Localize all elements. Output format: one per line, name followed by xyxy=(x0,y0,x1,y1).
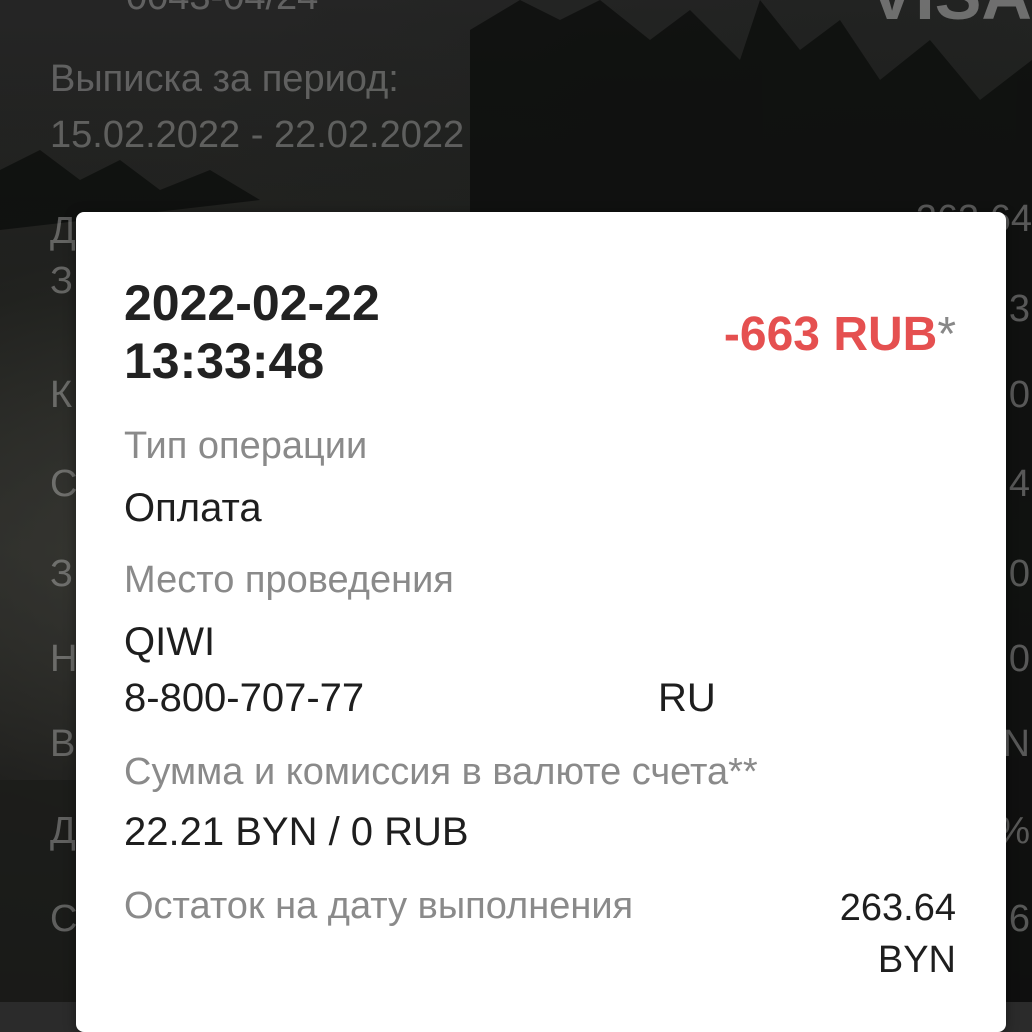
bg-row-value: 4 xyxy=(1008,463,1030,505)
bg-row-label: Д xyxy=(50,210,76,252)
amount-footnote-mark: * xyxy=(937,308,956,361)
bg-period-label: Выписка за период: xyxy=(50,58,399,100)
transaction-datetime: 2022-02-22 13:33:48 xyxy=(124,274,380,390)
bg-row-label: К xyxy=(50,374,73,416)
bg-row-value: N xyxy=(1002,723,1030,765)
bg-row-value: 3 xyxy=(1008,288,1030,330)
transaction-date: 2022-02-22 xyxy=(124,275,380,331)
bg-row-value: 6 xyxy=(1008,898,1030,940)
bg-row-label: Н xyxy=(50,638,78,680)
bg-row-label: В xyxy=(50,723,76,765)
bg-card-brand: VISA xyxy=(869,0,1032,30)
balance-currency: BYN xyxy=(877,939,956,981)
balance-label: Остаток на дату выполнения xyxy=(124,885,634,927)
bg-row-label: С xyxy=(50,463,78,505)
sum-commission-value: 22.21 BYN / 0 RUB xyxy=(124,810,469,854)
bg-row-label: З xyxy=(50,260,73,302)
operation-type-label: Тип операции xyxy=(124,425,368,467)
place-name: QIWI xyxy=(124,620,216,664)
amount-value: -663 RUB xyxy=(723,308,938,361)
bg-row-value: 0 xyxy=(1008,638,1030,680)
balance-value: 263.64 BYN xyxy=(840,882,956,986)
bg-account-number: 0043-04/24 xyxy=(126,0,318,16)
place-label: Место проведения xyxy=(124,559,454,601)
transaction-details-dialog: 2022-02-22 13:33:48 -663 RUB* Тип операц… xyxy=(76,212,1006,1032)
bg-period-value: 15.02.2022 - 22.02.2022 xyxy=(50,114,465,156)
sum-commission-label: Сумма и комиссия в валюте счета** xyxy=(124,751,758,793)
place-phone: 8-800-707-77 xyxy=(124,676,365,720)
transaction-amount: -663 RUB* xyxy=(724,308,956,362)
transaction-time: 13:33:48 xyxy=(124,333,325,389)
bg-row-label: С xyxy=(50,898,78,940)
bg-row-value: 0 xyxy=(1008,374,1030,416)
balance-amount: 263.64 xyxy=(839,887,956,929)
operation-type-value: Оплата xyxy=(124,486,262,530)
bg-row-value: 0 xyxy=(1008,553,1030,595)
bg-row-label: Д xyxy=(50,810,76,852)
bg-row-label: З xyxy=(50,553,73,595)
place-country: RU xyxy=(658,676,716,720)
